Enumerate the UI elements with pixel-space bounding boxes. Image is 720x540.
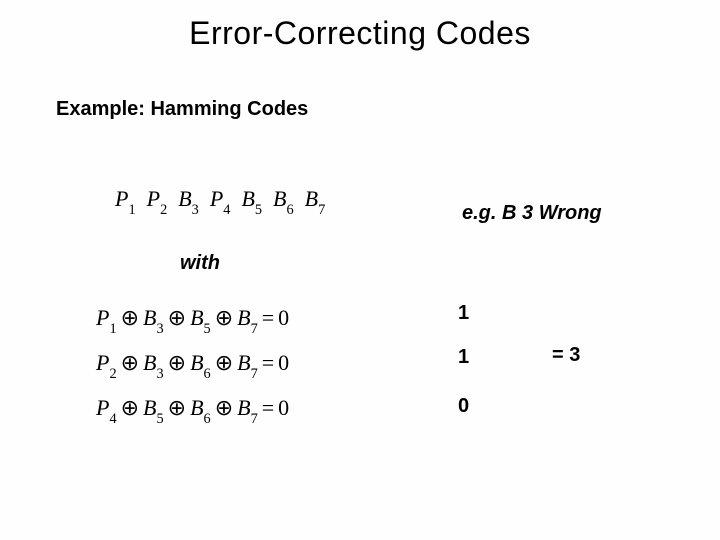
code-bit-row: P1 P2 B3 P4 B5 B6 B7 bbox=[115, 186, 325, 216]
page-title: Error-Correcting Codes bbox=[0, 15, 720, 52]
with-label: with bbox=[180, 252, 220, 275]
example-subtitle: Example: Hamming Codes bbox=[56, 98, 308, 121]
code-bit: B3 bbox=[178, 186, 199, 211]
syndrome-value: = 3 bbox=[552, 344, 580, 367]
syndrome-bit-3: 0 bbox=[458, 395, 469, 418]
syndrome-bit-2: 1 bbox=[458, 346, 469, 369]
syndrome-bit-1: 1 bbox=[458, 302, 469, 325]
example-note: e.g. B 3 Wrong bbox=[462, 202, 602, 225]
code-bit: P4 bbox=[210, 186, 231, 211]
code-bit: P2 bbox=[147, 186, 168, 211]
code-bit: B7 bbox=[305, 186, 326, 211]
code-bit: B5 bbox=[241, 186, 262, 211]
code-bit: B6 bbox=[273, 186, 294, 211]
code-bit: P1 bbox=[115, 186, 136, 211]
parity-equation-1: P1⊕B3⊕B5⊕B7=0 bbox=[96, 305, 289, 335]
parity-equation-2: P2⊕B3⊕B6⊕B7=0 bbox=[96, 350, 289, 380]
parity-equation-3: P4⊕B5⊕B6⊕B7=0 bbox=[96, 395, 289, 425]
